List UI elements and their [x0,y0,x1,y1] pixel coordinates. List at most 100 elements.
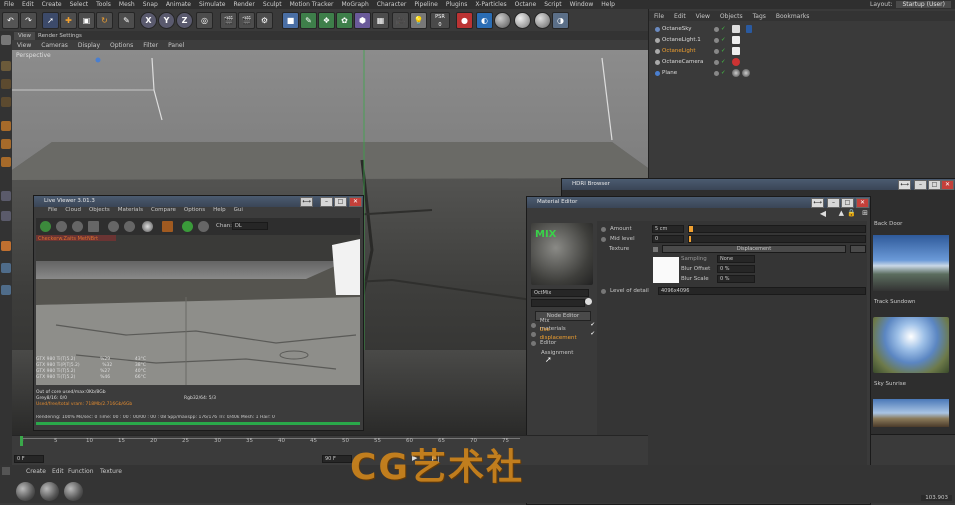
level-of-detail-dropdown[interactable]: 4096x4096 [658,287,866,295]
om-menu-file[interactable]: File [649,13,669,20]
blur-scale-field[interactable]: 0 % [717,275,755,283]
menu-simulate[interactable]: Simulate [195,1,230,8]
mm-menu-function[interactable]: Function [68,468,94,475]
object-row[interactable]: OctaneLight ✓ [655,46,955,56]
octane-settings-icon[interactable]: ◑ [552,12,569,29]
start-frame-field[interactable]: 0 F [14,455,44,463]
axis-z-button[interactable]: Z [176,12,193,29]
menu-pipeline[interactable]: Pipeline [410,1,441,8]
menu-window[interactable]: Window [566,1,598,8]
minimize-button[interactable]: – [320,197,333,207]
hdri-thumbnail[interactable] [873,235,949,291]
om-menu-view[interactable]: View [691,13,715,20]
visibility-dot-icon[interactable] [714,37,719,43]
pen-spline-icon[interactable]: ✎ [300,12,317,29]
material-tag-icon[interactable] [741,69,750,77]
menu-snap[interactable]: Snap [139,1,162,8]
tweak-mode-icon[interactable] [1,241,11,251]
menu-select[interactable]: Select [66,1,93,8]
vp-menu-panel[interactable]: Panel [163,42,189,49]
object-name[interactable]: OctaneLight.1 [662,37,714,43]
menu-script[interactable]: Script [540,1,565,8]
om-menu-edit[interactable]: Edit [669,13,691,20]
texture-shader-button[interactable]: Displacement [662,245,846,253]
light-tag-icon[interactable] [731,47,740,55]
lv-menu-help[interactable]: Help [209,207,230,213]
menu-file[interactable]: File [0,1,18,8]
lv-menu-file[interactable]: File [44,207,61,213]
up-arrow-icon[interactable]: ▲ [839,209,844,217]
material-thumbnail[interactable] [64,482,83,501]
vp-menu-filter[interactable]: Filter [138,42,163,49]
soft-selection-icon[interactable] [1,263,11,273]
move-tool-icon[interactable]: ✚ [60,12,77,29]
visibility-dot-icon[interactable] [714,59,719,65]
menu-mesh[interactable]: Mesh [115,1,139,8]
points-mode-icon[interactable] [1,121,11,131]
channel-dropdown[interactable]: DL [232,222,268,230]
pick-focus-icon[interactable] [182,221,193,232]
render-view-icon[interactable]: 🎬 [220,12,237,29]
select-tool-icon[interactable]: ➚ [42,12,59,29]
keyframe-dot-icon[interactable] [601,226,606,232]
om-menu-bookmarks[interactable]: Bookmarks [771,13,815,20]
timeline[interactable]: 0 5 10 15 20 25 30 35 40 45 50 55 60 65 … [12,435,648,466]
vp-menu-cameras[interactable]: Cameras [36,42,73,49]
section-editor[interactable]: Editor [531,339,556,347]
rotate-tool-icon[interactable]: ↻ [96,12,113,29]
lock-icon[interactable]: 🔒 [847,209,856,217]
visibility-dot-icon[interactable] [714,48,719,54]
light-icon[interactable]: 💡 [410,12,427,29]
pick-material-icon[interactable] [198,221,209,232]
lv-menu-materials[interactable]: Materials [114,207,147,213]
undo-icon[interactable]: ↶ [2,12,19,29]
material-sphere-icon[interactable] [514,12,531,29]
menu-render[interactable]: Render [229,1,258,8]
menu-animate[interactable]: Animate [162,1,195,8]
new-window-icon[interactable]: ⊞ [862,209,868,217]
material-preview[interactable]: MIX [531,223,593,285]
expand-icon[interactable] [531,340,536,346]
mid-level-field[interactable]: 0 [652,235,684,243]
object-row[interactable]: OctaneSky ✓ [655,24,955,34]
pause-icon[interactable] [72,221,83,232]
object-row[interactable]: Plane ✓ [655,68,955,78]
light-tag-icon[interactable] [731,36,740,44]
snap-icon[interactable] [1,191,11,201]
material-tag-icon[interactable] [731,69,740,77]
enabled-check-icon[interactable]: ✓ [721,59,726,65]
menu-edit[interactable]: Edit [18,1,38,8]
mm-menu-edit[interactable]: Edit [52,468,64,475]
material-sphere-icon[interactable] [494,12,511,29]
send-scene-icon[interactable] [40,221,51,232]
om-menu-objects[interactable]: Objects [715,13,748,20]
menu-sculpt[interactable]: Sculpt [259,1,286,8]
cloner-icon[interactable]: ✿ [336,12,353,29]
menu-character[interactable]: Character [373,1,411,8]
layout-dropdown[interactable]: Startup (User) [896,1,951,8]
search-icon[interactable] [585,298,592,305]
settings-gear-icon[interactable] [108,221,119,232]
texture-mode-icon[interactable] [1,79,11,89]
edges-mode-icon[interactable] [1,139,11,149]
mid-level-slider[interactable] [688,235,866,243]
checkbox-icon[interactable]: ✔ [590,321,595,329]
restart-render-icon[interactable] [56,221,67,232]
enabled-check-icon[interactable]: ✓ [721,70,726,76]
paint-icon[interactable] [1,285,11,295]
visibility-dot-icon[interactable] [714,70,719,76]
keyframe-dot-icon[interactable] [601,288,606,294]
end-frame-field[interactable]: 90 F [322,455,352,463]
maximize-button[interactable]: □ [928,180,941,190]
cube-primitive-icon[interactable]: ■ [282,12,299,29]
mm-menu-texture[interactable]: Texture [100,468,122,475]
menu-octane[interactable]: Octane [511,1,541,8]
lv-menu-gui[interactable]: Gui [230,207,247,213]
texture-menu-icon[interactable] [653,246,658,252]
recent-tool-icon[interactable]: ✎ [118,12,135,29]
visibility-dot-icon[interactable] [714,26,719,32]
keyframe-dot-icon[interactable] [601,236,606,242]
menu-plugins[interactable]: Plugins [442,1,472,8]
hdri-thumbnail[interactable] [873,317,949,373]
hdri-thumbnail[interactable] [873,399,949,427]
